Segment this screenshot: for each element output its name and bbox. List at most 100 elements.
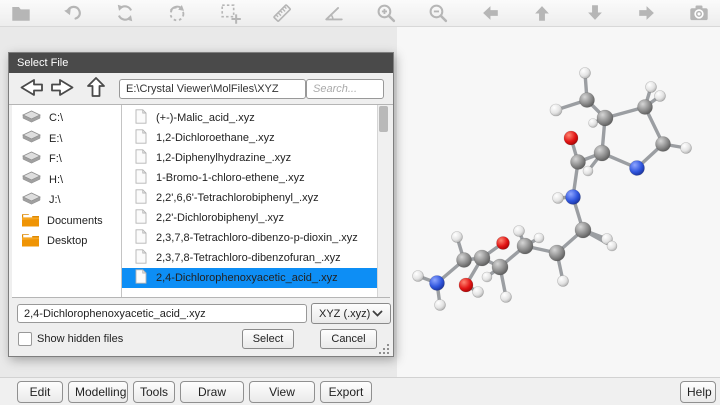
sidebar-item-label: Desktop [47,235,87,247]
file-name: 2,2',6,6'-Tetrachlorobiphenyl_.xyz [156,192,319,204]
file-row[interactable]: 1,2-Diphenylhydrazine_.xyz [122,148,390,168]
file-row[interactable]: 2,2'-Dichlorobiphenyl_.xyz [122,208,390,228]
drive-icon [21,129,42,148]
up-arrow-icon [85,75,107,102]
file-row[interactable]: 1-Bromo-1-chloro-ethene_.xyz [122,168,390,188]
menu-button-tools[interactable]: Tools [133,381,175,403]
select-file-dialog: Select File C:\ E:\ F:\ H:\ J:\ Documents Desk… [8,52,394,357]
file-name: 2,3,7,8-Tetrachloro-dibenzo-p-dioxin_.xy… [156,232,358,244]
file-name: 1,2-Diphenylhydrazine_.xyz [156,152,291,164]
up-button[interactable] [85,75,107,102]
sidebar-item-h[interactable]: H:\ [12,170,121,191]
file-name: 2,4-Dichlorophenoxyacetic_acid_.xyz [156,272,338,284]
file-name: 1-Bromo-1-chloro-ethene_.xyz [156,172,305,184]
folder-icon[interactable] [8,1,34,25]
file-icon [135,169,147,187]
file-icon [135,109,147,127]
file-icon [135,189,147,207]
top-toolbar [0,0,720,27]
filename-input[interactable] [17,304,307,323]
help-button[interactable]: Help [680,381,716,403]
sidebar-item-label: F:\ [49,153,62,165]
path-input[interactable] [119,79,306,99]
forward-button[interactable] [49,77,76,101]
file-row[interactable]: 2,2',6,6'-Tetrachlorobiphenyl_.xyz [122,188,390,208]
sidebar-item-e[interactable]: E:\ [12,129,121,150]
filetype-label: XYZ (.xyz) [319,308,370,320]
forward-arrow-icon [49,77,76,101]
sidebar-item-label: Documents [47,215,103,227]
rotate-cw-icon[interactable] [164,1,190,25]
sidebar-item-j[interactable]: J:\ [12,190,121,211]
menu-button-view[interactable]: View [249,381,315,403]
dialog-nav-row [9,73,393,105]
sidebar-item-documents[interactable]: Documents [12,211,121,232]
file-row[interactable]: 1,2-Dichloroethane_.xyz [122,128,390,148]
arrow-left-icon[interactable] [477,1,503,25]
drive-icon [21,109,42,128]
molecule-viewport[interactable] [397,27,720,377]
sidebar-item-c[interactable]: C:\ [12,108,121,129]
filetype-dropdown[interactable]: XYZ (.xyz) [311,303,391,324]
chevron-down-icon [372,308,383,320]
show-hidden-files-label: Show hidden files [37,333,123,345]
drive-icon [21,191,42,210]
back-arrow-icon [18,77,45,101]
file-name: (+-)-Malic_acid_.xyz [156,112,255,124]
sidebar: C:\ E:\ F:\ H:\ J:\ Documents Desktop [12,105,122,297]
file-row[interactable]: 2,4-Dichlorophenoxyacetic_acid_.xyz [122,268,390,288]
dialog-title: Select File [9,53,393,73]
sidebar-item-f[interactable]: F:\ [12,149,121,170]
cancel-button[interactable]: Cancel [320,329,377,349]
back-button[interactable] [18,77,45,101]
file-name: 2,2'-Dichlorobiphenyl_.xyz [156,212,284,224]
file-list: (+-)-Malic_acid_.xyz 1,2-Dichloroethane_.… [122,105,390,297]
sidebar-item-label: J:\ [49,194,61,206]
arrow-up-icon[interactable] [529,1,555,25]
file-row[interactable]: 2,3,7,8-Tetrachloro-dibenzo-p-dioxin_.xy… [122,228,390,248]
bottom-menubar: EditModellingToolsDrawViewExport Help [0,377,720,405]
undo-icon[interactable] [60,1,86,25]
file-icon [135,209,147,227]
drive-icon [21,150,42,169]
menu-button-modelling[interactable]: Modelling [68,381,128,403]
menu-button-draw[interactable]: Draw [180,381,244,403]
camera-icon[interactable] [686,1,712,25]
sidebar-item-label: C:\ [49,112,63,124]
drive-icon [21,170,42,189]
file-icon [135,249,147,267]
zoom-in-icon[interactable] [373,1,399,25]
sidebar-item-label: H:\ [49,174,63,186]
search-input[interactable] [306,79,384,99]
zoom-out-icon[interactable] [425,1,451,25]
arrow-down-icon[interactable] [582,1,608,25]
select-region-icon[interactable] [217,1,243,25]
file-row[interactable]: (+-)-Malic_acid_.xyz [122,108,390,128]
select-button[interactable]: Select [242,329,294,349]
ruler-icon[interactable] [269,1,295,25]
file-row[interactable]: 2,3,7,8-Tetrachloro-dibenzofuran_.xyz [122,248,390,268]
rotate-icon[interactable] [112,1,138,25]
file-name: 1,2-Dichloroethane_.xyz [156,132,275,144]
app-window: Select File C:\ E:\ F:\ H:\ J:\ Documents Desk… [0,0,720,405]
sidebar-item-label: E:\ [49,133,62,145]
show-hidden-files-checkbox[interactable] [18,332,32,346]
file-name: 2,3,7,8-Tetrachloro-dibenzofuran_.xyz [156,252,341,264]
menu-button-export[interactable]: Export [320,381,372,403]
file-icon [135,129,147,147]
file-icon [135,149,147,167]
file-icon [135,229,147,247]
angle-icon[interactable] [321,1,347,25]
file-icon [135,269,147,287]
file-list-scrollbar[interactable] [377,105,390,297]
arrow-right-icon[interactable] [634,1,660,25]
menu-group: EditModellingToolsDrawViewExport [17,381,372,403]
dialog-bottom-row: XYZ (.xyz) Show hidden files Select Canc… [9,298,393,358]
file-browser-panel: C:\ E:\ F:\ H:\ J:\ Documents Desktop (+-)-Mal… [12,105,390,298]
folder-orange-icon [21,232,40,250]
sidebar-item-desktop[interactable]: Desktop [12,231,121,252]
folder-orange-icon [21,212,40,230]
menu-button-edit[interactable]: Edit [17,381,63,403]
resize-grip[interactable] [387,352,389,354]
scrollbar-thumb[interactable] [379,106,388,132]
